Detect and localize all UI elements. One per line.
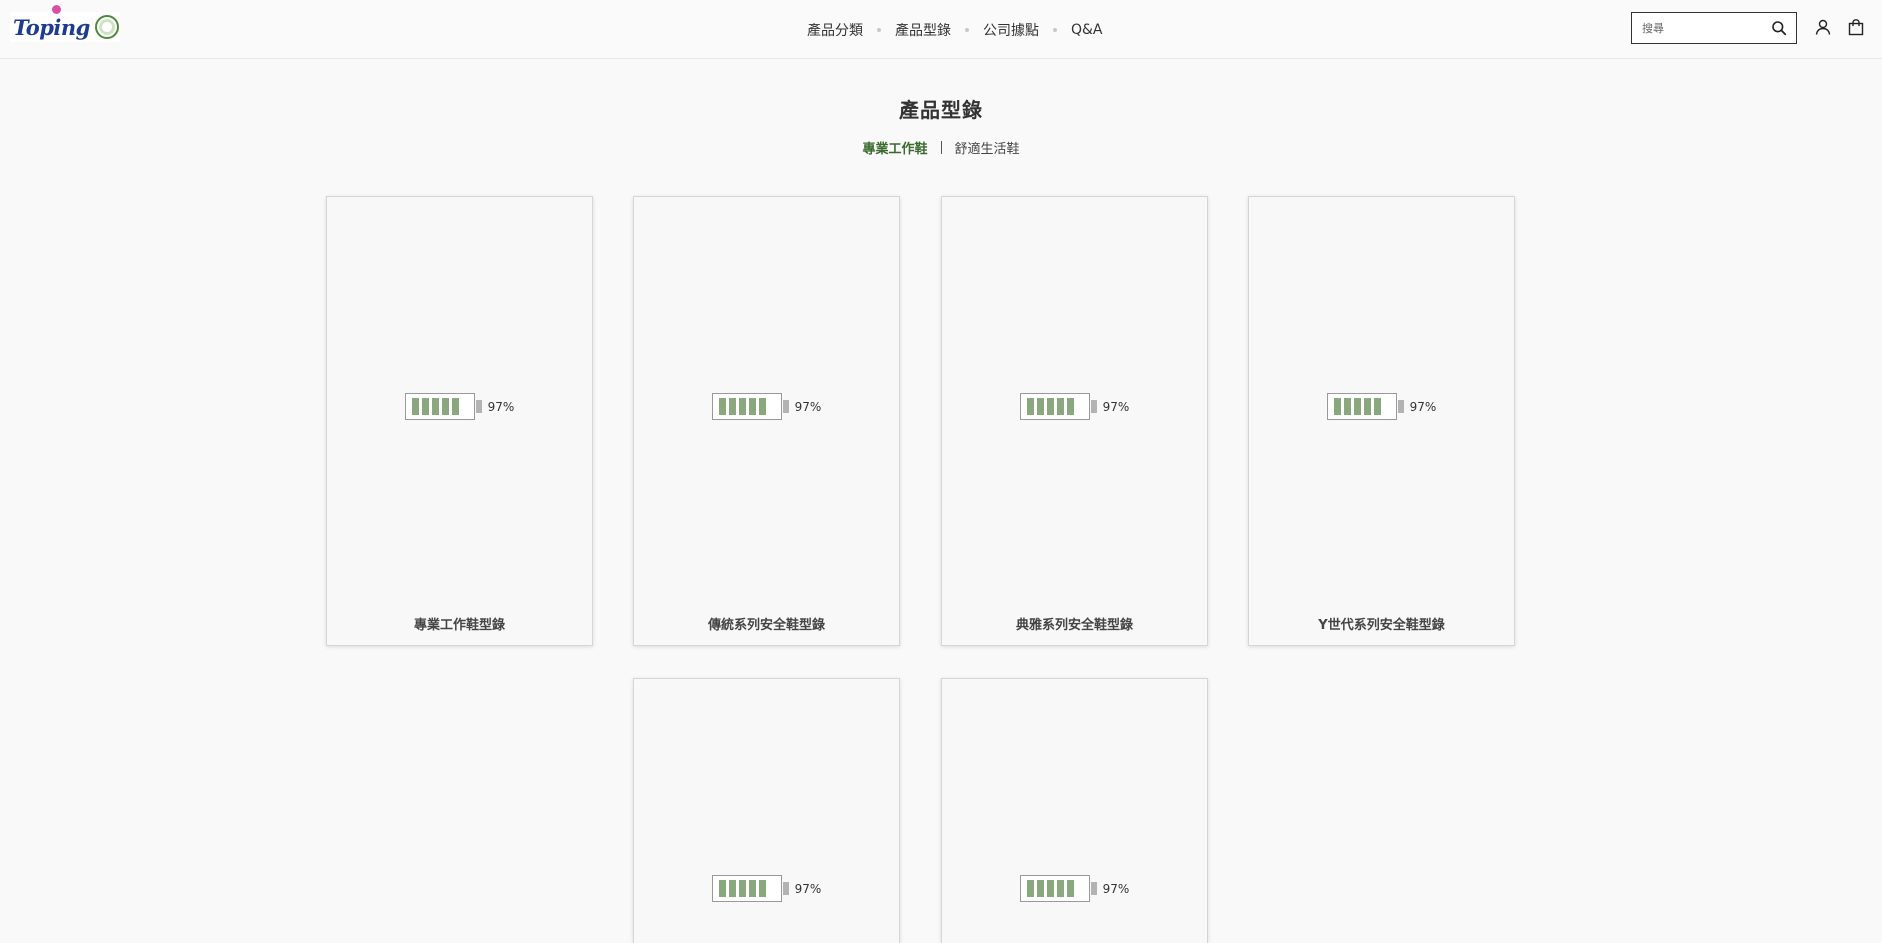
catalog-card[interactable]: 97% xyxy=(633,678,900,943)
battery-tip xyxy=(1090,400,1097,413)
battery-progress-icon xyxy=(711,875,782,902)
battery-cell xyxy=(411,398,419,415)
battery-cell xyxy=(1036,880,1044,897)
logo-seal-icon xyxy=(95,15,119,39)
nav-item-qa[interactable]: Q&A xyxy=(1071,22,1103,38)
battery-progress-icon xyxy=(1019,875,1090,902)
battery-cell xyxy=(1066,880,1074,897)
battery-cell xyxy=(728,880,736,897)
catalog-card[interactable]: 97% 傳統系列安全鞋型錄 xyxy=(633,196,900,646)
battery-cell xyxy=(1046,880,1054,897)
nav-item-product-categories[interactable]: 產品分類 xyxy=(807,20,863,40)
battery-cell xyxy=(738,880,746,897)
subtab-divider xyxy=(940,141,942,154)
catalog-card[interactable]: 97% 專業工作鞋型錄 xyxy=(326,196,593,646)
battery-cell xyxy=(1363,398,1371,415)
shopping-bag-icon[interactable] xyxy=(1847,18,1865,36)
catalog-title: 典雅系列安全鞋型錄 xyxy=(1015,618,1133,633)
battery-cell xyxy=(748,880,756,897)
battery-tip xyxy=(782,882,789,895)
battery-cell xyxy=(1026,880,1034,897)
catalog-card[interactable]: 97% Y世代系列安全鞋型錄 xyxy=(1248,196,1515,646)
battery-cell xyxy=(1026,398,1034,415)
site-header: Toping 產品分類 產品型錄 公司據點 Q&A xyxy=(0,0,1882,59)
subtab-comfort-shoes[interactable]: 舒適生活鞋 xyxy=(955,138,1020,157)
battery-cell xyxy=(1046,398,1054,415)
loading-percent: 97% xyxy=(1102,399,1130,414)
battery-cell xyxy=(1333,398,1341,415)
logo-wordmark: Toping xyxy=(13,14,90,40)
user-icon[interactable] xyxy=(1814,18,1832,36)
battery-cell xyxy=(431,398,439,415)
battery-cell xyxy=(451,398,459,415)
loading-indicator: 97% xyxy=(634,393,899,420)
catalog-title: Y世代系列安全鞋型錄 xyxy=(1318,618,1445,633)
brand-logo[interactable]: Toping xyxy=(10,5,120,42)
loading-indicator: 97% xyxy=(634,875,899,902)
nav-separator-dot xyxy=(965,27,969,32)
battery-cell xyxy=(748,398,756,415)
battery-cell xyxy=(1036,398,1044,415)
battery-cell xyxy=(1066,398,1074,415)
battery-cell xyxy=(421,398,429,415)
catalog-title: 傳統系列安全鞋型錄 xyxy=(707,618,825,633)
battery-progress-icon xyxy=(711,393,782,420)
loading-percent: 97% xyxy=(794,399,822,414)
loading-percent: 97% xyxy=(487,399,515,414)
logo-flower-icon xyxy=(52,5,61,14)
nav-separator-dot xyxy=(877,27,881,32)
battery-cell xyxy=(1353,398,1361,415)
nav-item-product-catalog[interactable]: 產品型錄 xyxy=(895,20,951,40)
search-input[interactable] xyxy=(1642,21,1762,35)
battery-cell xyxy=(728,398,736,415)
loading-indicator: 97% xyxy=(327,393,592,420)
loading-percent: 97% xyxy=(1409,399,1437,414)
loading-indicator: 97% xyxy=(942,875,1207,902)
battery-cell xyxy=(441,398,449,415)
nav-item-locations[interactable]: 公司據點 xyxy=(983,20,1039,40)
battery-progress-icon xyxy=(404,393,475,420)
battery-progress-icon xyxy=(1326,393,1397,420)
page-title: 產品型錄 xyxy=(899,98,983,122)
catalog-subtabs: 專業工作鞋 舒適生活鞋 xyxy=(0,138,1882,157)
loading-indicator: 97% xyxy=(942,393,1207,420)
catalog-card[interactable]: 97% 典雅系列安全鞋型錄 xyxy=(941,196,1208,646)
battery-tip xyxy=(475,400,482,413)
search-box xyxy=(1631,12,1797,44)
subtab-professional-work-shoes[interactable]: 專業工作鞋 xyxy=(862,138,927,157)
battery-cell xyxy=(758,880,766,897)
loading-percent: 97% xyxy=(1102,881,1130,896)
loading-indicator: 97% xyxy=(1249,393,1514,420)
battery-cell xyxy=(738,398,746,415)
battery-cell xyxy=(1056,880,1064,897)
catalog-card[interactable]: 97% xyxy=(941,678,1208,943)
nav-separator-dot xyxy=(1053,27,1057,32)
battery-cell xyxy=(1056,398,1064,415)
battery-tip xyxy=(1090,882,1097,895)
search-icon[interactable] xyxy=(1771,20,1787,36)
battery-cell xyxy=(758,398,766,415)
loading-percent: 97% xyxy=(794,881,822,896)
battery-progress-icon xyxy=(1019,393,1090,420)
battery-cell xyxy=(718,880,726,897)
battery-tip xyxy=(1397,400,1404,413)
battery-cell xyxy=(1343,398,1351,415)
main-nav: 產品分類 產品型錄 公司據點 Q&A xyxy=(807,0,1103,59)
battery-tip xyxy=(782,400,789,413)
battery-cell xyxy=(718,398,726,415)
catalog-title: 專業工作鞋型錄 xyxy=(413,618,505,633)
battery-cell xyxy=(1373,398,1381,415)
